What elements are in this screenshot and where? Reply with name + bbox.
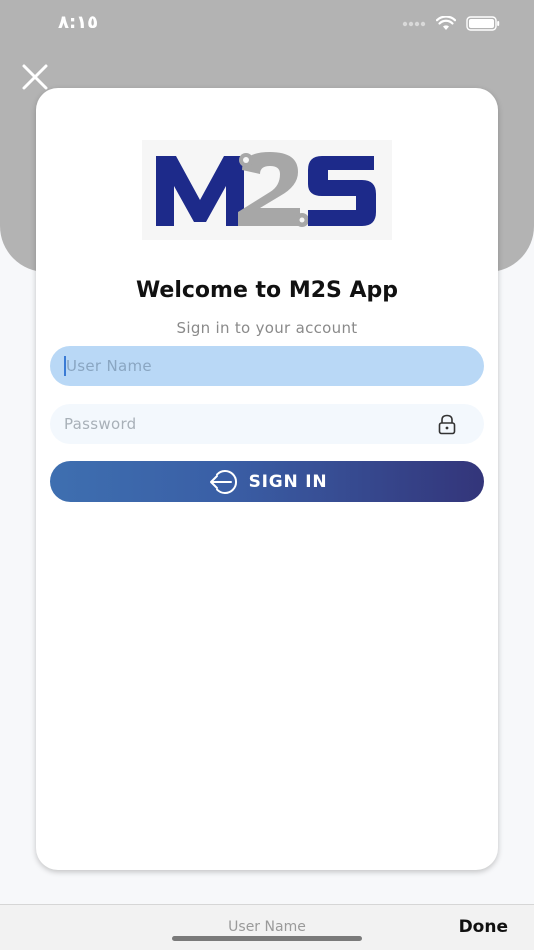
close-icon: [22, 64, 48, 90]
close-button[interactable]: [20, 62, 50, 92]
login-card: Welcome to M2S App Sign in to your accou…: [36, 88, 498, 870]
username-placeholder: User Name: [66, 357, 152, 375]
status-time: ٨:١٥: [58, 12, 99, 33]
keyboard-accessory-bar: User Name Done: [0, 904, 534, 950]
sign-in-icon: [209, 469, 237, 494]
status-indicators: [402, 16, 500, 31]
welcome-title: Welcome to M2S App: [135, 278, 399, 303]
signal-icon: [402, 21, 426, 26]
done-button[interactable]: Done: [459, 917, 508, 937]
sign-in-button[interactable]: SIGN IN: [50, 461, 484, 502]
signin-subtitle: Sign in to your account: [176, 319, 358, 337]
sign-in-label: SIGN IN: [248, 471, 328, 492]
status-bar: ٨:١٥: [0, 0, 534, 50]
m2s-logo: [142, 140, 392, 240]
lock-icon: [438, 414, 456, 435]
password-placeholder: Password: [64, 415, 137, 433]
password-input[interactable]: Password: [50, 404, 484, 444]
logo-graphic: [156, 152, 376, 227]
accessory-field-label: User Name: [228, 919, 306, 935]
battery-icon: [466, 16, 500, 31]
home-indicator: [172, 936, 362, 941]
wifi-icon: [436, 16, 456, 30]
username-input[interactable]: User Name: [50, 346, 484, 386]
